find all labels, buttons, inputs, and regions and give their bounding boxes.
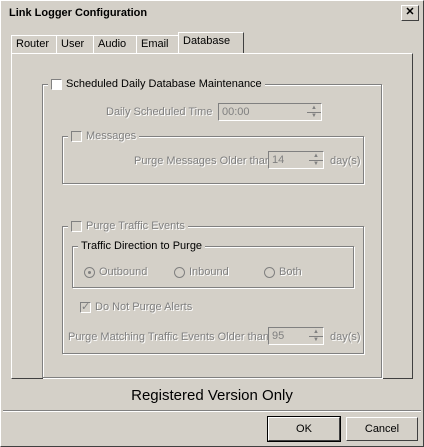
radio-outbound-label: Outbound [99, 266, 148, 278]
purge-messages-unit: day(s) [330, 155, 361, 167]
no-purge-alerts-checkbox[interactable]: ✓ [80, 301, 91, 313]
maintenance-label: Scheduled Daily Database Maintenance [66, 78, 262, 90]
purge-traffic-down-icon[interactable]: ▼ [309, 336, 323, 344]
purge-messages-label: Purge Messages Older than [134, 155, 271, 167]
radio-inbound-label: Inbound [189, 266, 229, 278]
traffic-label: Purge Traffic Events [86, 220, 185, 232]
traffic-checkbox[interactable] [71, 220, 82, 232]
time-input[interactable]: 00:00 ▲ ▼ [218, 103, 322, 121]
no-purge-alerts-label: Do Not Purge Alerts [95, 301, 193, 313]
radio-inbound[interactable]: Inbound [174, 266, 229, 278]
radio-both[interactable]: Both [264, 266, 302, 278]
database-panel: Scheduled Daily Database Maintenance Dai… [11, 53, 413, 379]
tab-audio[interactable]: Audio [93, 35, 137, 53]
messages-checkbox[interactable] [71, 130, 82, 142]
maintenance-checkbox[interactable] [51, 78, 62, 90]
tab-router[interactable]: Router [11, 35, 57, 53]
purge-traffic-unit: day(s) [330, 331, 361, 343]
messages-label: Messages [86, 130, 137, 142]
radio-inbound-circle[interactable] [174, 266, 185, 278]
direction-title: Traffic Direction to Purge [78, 240, 206, 252]
time-down-icon[interactable]: ▼ [307, 112, 321, 120]
footer-divider [3, 410, 421, 412]
cancel-button[interactable]: Cancel [346, 417, 418, 441]
messages-legend: Messages [68, 130, 140, 142]
radio-outbound-circle[interactable] [84, 266, 95, 278]
tab-database[interactable]: Database [178, 32, 244, 53]
tab-email[interactable]: Email [136, 35, 180, 53]
maintenance-legend: Scheduled Daily Database Maintenance [48, 78, 265, 90]
config-window: Link Logger Configuration ✕ Router User … [0, 0, 424, 447]
radio-outbound[interactable]: Outbound [84, 266, 147, 278]
time-value: 00:00 [222, 106, 250, 118]
ok-button[interactable]: OK [267, 416, 341, 442]
close-icon[interactable]: ✕ [401, 5, 419, 21]
purge-messages-value: 14 [272, 154, 285, 166]
traffic-legend: Purge Traffic Events [68, 220, 188, 232]
radio-both-label: Both [279, 266, 302, 278]
purge-messages-input[interactable]: 14 ▲ ▼ [268, 151, 324, 169]
no-purge-alerts-row[interactable]: ✓ Do Not Purge Alerts [80, 301, 192, 313]
window-title: Link Logger Configuration [9, 7, 148, 19]
registered-version-text: Registered Version Only [131, 387, 293, 404]
purge-traffic-value: 95 [272, 330, 285, 342]
purge-traffic-input[interactable]: 95 ▲ ▼ [268, 327, 324, 345]
radio-both-circle[interactable] [264, 266, 275, 278]
purge-traffic-label: Purge Matching Traffic Events Older than [68, 331, 269, 343]
purge-messages-down-icon[interactable]: ▼ [309, 160, 323, 168]
time-label: Daily Scheduled Time [106, 106, 213, 118]
tab-user[interactable]: User [56, 35, 94, 53]
title-bar[interactable]: Link Logger Configuration ✕ [3, 3, 421, 23]
